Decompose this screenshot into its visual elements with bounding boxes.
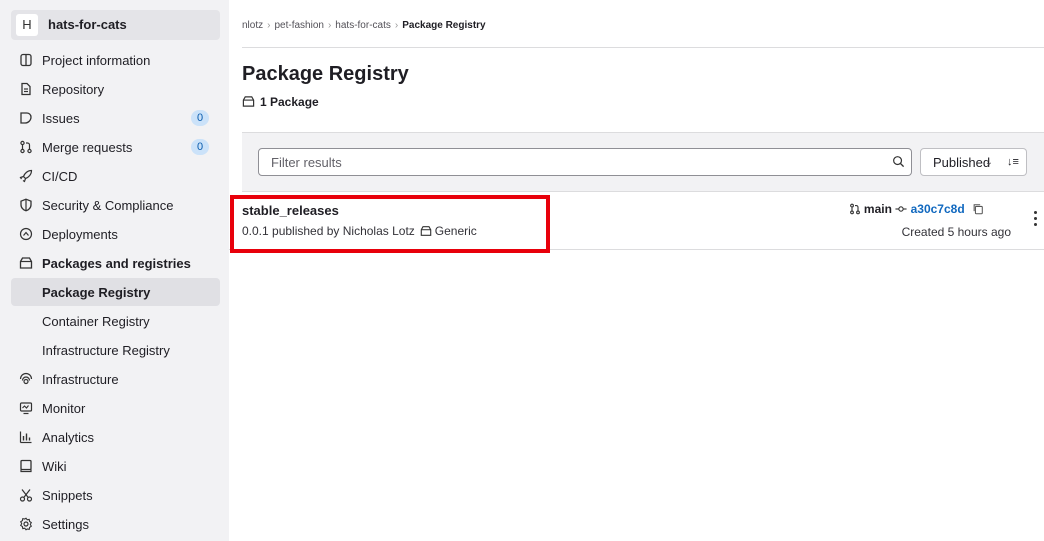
package-meta: 0.0.1 published by Nicholas Lotz Generic bbox=[242, 224, 477, 238]
issues-count-badge: 0 bbox=[191, 110, 209, 126]
sidebar-item-infrastructure-registry[interactable]: Infrastructure Registry bbox=[11, 336, 220, 364]
sidebar-item-issues[interactable]: Issues 0 bbox=[11, 104, 220, 132]
info-icon bbox=[19, 53, 33, 67]
sort-label: Published bbox=[933, 155, 991, 170]
sidebar-item-deployments[interactable]: Deployments bbox=[11, 220, 220, 248]
sidebar-item-label: Repository bbox=[42, 82, 105, 97]
package-type: Generic bbox=[434, 224, 477, 238]
sidebar-item-container-registry[interactable]: Container Registry bbox=[11, 307, 220, 335]
sidebar-item-analytics[interactable]: Analytics bbox=[11, 423, 220, 451]
sidebar-item-repository[interactable]: Repository bbox=[11, 75, 220, 103]
sidebar-item-label: Packages and registries bbox=[42, 256, 191, 271]
sidebar-item-label: Wiki bbox=[42, 459, 67, 474]
sidebar-item-label: Package Registry bbox=[42, 285, 151, 300]
sidebar-item-label: Infrastructure Registry bbox=[42, 343, 170, 358]
sidebar-item-label: Analytics bbox=[42, 430, 95, 445]
merge-request-icon bbox=[19, 140, 33, 154]
deployments-icon bbox=[19, 227, 33, 241]
sidebar-item-label: Infrastructure bbox=[42, 372, 119, 387]
sidebar-item-label: Monitor bbox=[42, 401, 86, 416]
sidebar: H hats-for-cats Project information Repo… bbox=[0, 0, 229, 541]
merge-requests-count-badge: 0 bbox=[191, 139, 209, 155]
breadcrumb-item-group[interactable]: pet-fashion bbox=[274, 20, 323, 31]
project-avatar: H bbox=[16, 14, 38, 36]
divider bbox=[242, 47, 1044, 48]
filter-input[interactable]: Filter results bbox=[258, 148, 886, 176]
package-row: stable_releases 0.0.1 published by Nicho… bbox=[229, 191, 1044, 253]
sidebar-item-label: Issues bbox=[42, 111, 80, 126]
sidebar-item-snippets[interactable]: Snippets bbox=[11, 481, 220, 509]
more-actions-icon[interactable] bbox=[1034, 211, 1040, 231]
page-title: Package Registry bbox=[242, 63, 409, 85]
shield-icon bbox=[19, 198, 33, 212]
copy-icon[interactable] bbox=[972, 203, 984, 215]
merge-request-icon bbox=[849, 203, 861, 215]
search-button[interactable] bbox=[885, 148, 912, 176]
monitor-icon bbox=[19, 401, 33, 415]
package-icon bbox=[242, 95, 255, 108]
sidebar-item-label: Settings bbox=[42, 517, 89, 532]
sidebar-item-label: Merge requests bbox=[42, 140, 133, 155]
sidebar-item-monitor[interactable]: Monitor bbox=[11, 394, 220, 422]
sidebar-item-settings[interactable]: Settings bbox=[11, 510, 220, 538]
package-meta-text: 0.0.1 published by Nicholas Lotz bbox=[242, 224, 415, 238]
breadcrumb-separator: › bbox=[327, 20, 332, 31]
issues-icon bbox=[19, 111, 33, 125]
sidebar-item-security[interactable]: Security & Compliance bbox=[11, 191, 220, 219]
sidebar-item-label: Security & Compliance bbox=[42, 198, 174, 213]
commit-icon bbox=[895, 203, 907, 215]
sidebar-item-package-registry[interactable]: Package Registry bbox=[11, 278, 220, 306]
gear-icon bbox=[19, 517, 33, 531]
sort-dropdown[interactable]: Published ⌄ bbox=[920, 148, 1002, 176]
package-name-link[interactable]: stable_releases bbox=[242, 203, 339, 218]
breadcrumb-item-current[interactable]: Package Registry bbox=[402, 20, 485, 31]
sort-direction-button[interactable]: ↓≡ bbox=[1000, 148, 1027, 176]
package-icon bbox=[19, 256, 33, 270]
book-icon bbox=[19, 459, 33, 473]
sidebar-item-cicd[interactable]: CI/CD bbox=[11, 162, 220, 190]
breadcrumb-separator: › bbox=[267, 20, 271, 31]
sidebar-item-infrastructure[interactable]: Infrastructure bbox=[11, 365, 220, 393]
branch-name[interactable]: main bbox=[864, 202, 892, 216]
package-icon bbox=[420, 225, 432, 237]
sidebar-item-merge-requests[interactable]: Merge requests 0 bbox=[11, 133, 220, 161]
sidebar-item-packages-and-registries[interactable]: Packages and registries bbox=[11, 249, 220, 277]
branch-commit-info: main a30c7c8d bbox=[849, 202, 984, 216]
project-header[interactable]: H hats-for-cats bbox=[11, 10, 220, 40]
commit-sha-link[interactable]: a30c7c8d bbox=[911, 202, 965, 216]
created-time: Created 5 hours ago bbox=[901, 225, 1011, 239]
breadcrumb: nlotz › pet-fashion › hats-for-cats › Package … bbox=[242, 20, 486, 31]
filter-bar: Filter results Published ⌄ ↓≡ bbox=[242, 132, 1044, 192]
package-count: 1 Package bbox=[242, 95, 319, 109]
package-count-label: 1 Package bbox=[260, 95, 319, 109]
rocket-icon bbox=[19, 169, 33, 183]
sidebar-item-label: Project information bbox=[42, 53, 151, 68]
breadcrumb-item-project[interactable]: hats-for-cats bbox=[335, 20, 391, 31]
sidebar-item-project-information[interactable]: Project information bbox=[11, 46, 220, 74]
chevron-down-icon: ⌄ bbox=[984, 157, 993, 168]
breadcrumb-separator: › bbox=[394, 20, 399, 31]
project-name: hats-for-cats bbox=[48, 17, 127, 32]
sidebar-item-wiki[interactable]: Wiki bbox=[11, 452, 220, 480]
breadcrumb-item-user[interactable]: nlotz bbox=[242, 20, 263, 31]
sidebar-item-label: Container Registry bbox=[42, 314, 150, 329]
sidebar-item-label: CI/CD bbox=[42, 169, 78, 184]
chart-icon bbox=[19, 430, 33, 444]
filter-placeholder: Filter results bbox=[271, 155, 342, 170]
sidebar-item-label: Deployments bbox=[42, 227, 118, 242]
cloud-gear-icon bbox=[19, 372, 33, 386]
search-icon bbox=[885, 155, 911, 168]
scissors-icon bbox=[19, 488, 33, 502]
doc-icon bbox=[19, 82, 33, 96]
sidebar-item-label: Snippets bbox=[42, 488, 93, 503]
